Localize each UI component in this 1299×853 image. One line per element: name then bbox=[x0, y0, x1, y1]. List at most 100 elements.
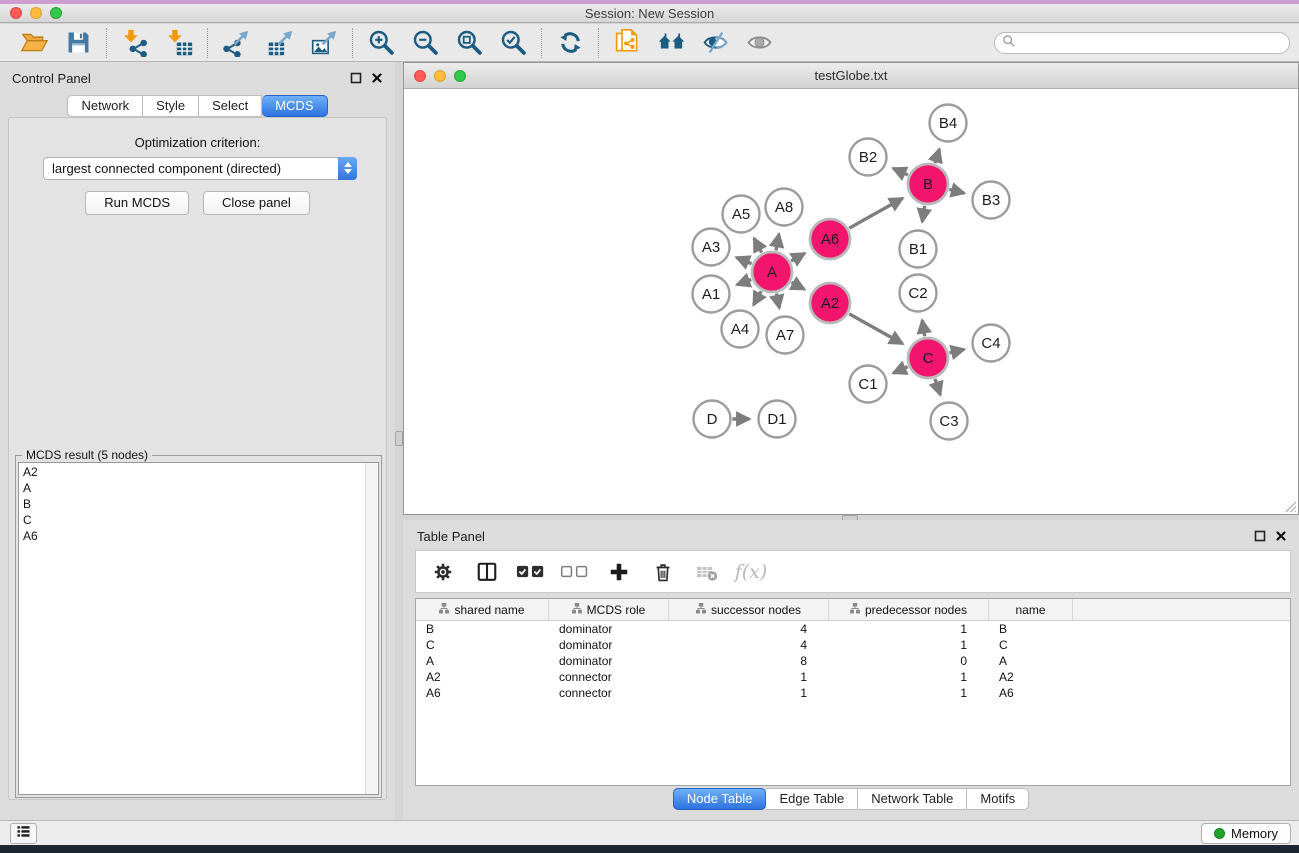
result-list-item[interactable]: C bbox=[19, 512, 365, 528]
close-panel-icon[interactable] bbox=[370, 71, 383, 84]
open-file-icon[interactable] bbox=[15, 27, 53, 59]
graph-node-C[interactable]: C bbox=[908, 338, 948, 378]
save-session-icon[interactable] bbox=[59, 27, 97, 59]
graph-edge-B-B1[interactable] bbox=[922, 206, 925, 222]
graph-edge-B-B2[interactable] bbox=[893, 168, 908, 175]
graph-edge-C-C1[interactable] bbox=[893, 367, 908, 373]
zoom-in-icon[interactable] bbox=[362, 27, 400, 59]
graph-node-B[interactable]: B bbox=[908, 164, 948, 204]
result-list-item[interactable]: A6 bbox=[19, 528, 365, 544]
graph-node-B1[interactable]: B1 bbox=[900, 231, 937, 268]
result-list-scrollbar[interactable] bbox=[365, 463, 378, 794]
graph-edge-B-B4[interactable] bbox=[935, 149, 940, 163]
network-window-titlebar[interactable]: testGlobe.txt bbox=[404, 63, 1298, 89]
task-history-button[interactable] bbox=[10, 823, 37, 844]
table-row[interactable]: Bdominator41B bbox=[416, 621, 1290, 637]
graph-node-A4[interactable]: A4 bbox=[722, 311, 759, 348]
tab-select[interactable]: Select bbox=[199, 95, 262, 117]
graph-edge-A6-B[interactable] bbox=[849, 198, 903, 228]
graph-node-A1[interactable]: A1 bbox=[693, 276, 730, 313]
graph-node-A7[interactable]: A7 bbox=[767, 317, 804, 354]
export-table-icon[interactable] bbox=[261, 27, 299, 59]
graph-edge-A-A6[interactable] bbox=[791, 253, 805, 261]
graph-node-A3[interactable]: A3 bbox=[693, 229, 730, 266]
table-tab-network-table[interactable]: Network Table bbox=[858, 788, 967, 810]
graph-edge-A-A2[interactable] bbox=[791, 282, 804, 289]
zoom-out-icon[interactable] bbox=[406, 27, 444, 59]
table-row[interactable]: Adominator80A bbox=[416, 653, 1290, 669]
table-row[interactable]: Cdominator41C bbox=[416, 637, 1290, 653]
result-list-item[interactable]: B bbox=[19, 496, 365, 512]
run-mcds-button[interactable]: Run MCDS bbox=[85, 191, 189, 215]
column-header-shared-name[interactable]: shared name bbox=[416, 599, 549, 620]
zoom-selected-icon[interactable] bbox=[494, 27, 532, 59]
graph-node-D1[interactable]: D1 bbox=[759, 401, 796, 438]
split-panel-icon[interactable] bbox=[472, 557, 502, 587]
show-graphics-details-icon[interactable] bbox=[740, 27, 778, 59]
refresh-layout-icon[interactable] bbox=[551, 27, 589, 59]
graph-node-A5[interactable]: A5 bbox=[723, 196, 760, 233]
show-all-columns-icon[interactable] bbox=[516, 557, 546, 587]
hide-all-columns-icon[interactable] bbox=[560, 557, 590, 587]
graph-node-C1[interactable]: C1 bbox=[850, 366, 887, 403]
graph-node-D[interactable]: D bbox=[694, 401, 731, 438]
graph-node-A[interactable]: A bbox=[752, 252, 792, 292]
export-network-icon[interactable] bbox=[217, 27, 255, 59]
graph-edge-C-C4[interactable] bbox=[949, 349, 964, 353]
delete-columns-icon[interactable] bbox=[648, 557, 678, 587]
zoom-fit-icon[interactable] bbox=[450, 27, 488, 59]
graph-node-A2[interactable]: A2 bbox=[810, 283, 850, 323]
graph-edge-C-C3[interactable] bbox=[935, 379, 940, 395]
import-table-icon[interactable] bbox=[160, 27, 198, 59]
hide-graphics-details-icon[interactable] bbox=[696, 27, 734, 59]
criterion-dropdown[interactable]: largest connected component (directed) bbox=[43, 157, 357, 180]
table-tab-edge-table[interactable]: Edge Table bbox=[766, 788, 858, 810]
column-header-successor-nodes[interactable]: successor nodes bbox=[669, 599, 829, 620]
graph-node-B3[interactable]: B3 bbox=[973, 182, 1010, 219]
resize-grip-icon[interactable] bbox=[1283, 499, 1297, 513]
graph-node-A6[interactable]: A6 bbox=[810, 219, 850, 259]
panel-divider-handle[interactable] bbox=[395, 431, 403, 446]
search-input[interactable] bbox=[1016, 34, 1289, 52]
column-header-predecessor-nodes[interactable]: predecessor nodes bbox=[829, 599, 989, 620]
graph-node-B4[interactable]: B4 bbox=[930, 105, 967, 142]
close-panel-button[interactable]: Close panel bbox=[203, 191, 310, 215]
network-canvas[interactable]: A A1 A3 A4 A5 A7 A8A6 A2 B B1 B2 B3 B4 C C1 C2 C3 C4 D D1 bbox=[404, 90, 1298, 514]
graph-edge-A2-C[interactable] bbox=[849, 314, 903, 344]
close-table-panel-icon[interactable] bbox=[1274, 529, 1287, 542]
float-table-panel-icon[interactable] bbox=[1253, 529, 1266, 542]
search-field[interactable] bbox=[994, 32, 1290, 54]
graph-node-C2[interactable]: C2 bbox=[900, 275, 937, 312]
create-column-icon[interactable] bbox=[604, 557, 634, 587]
graph-node-B2[interactable]: B2 bbox=[850, 139, 887, 176]
graph-edge-A-A8[interactable] bbox=[776, 234, 779, 250]
show-all-networks-icon[interactable] bbox=[652, 27, 690, 59]
import-network-icon[interactable] bbox=[116, 27, 154, 59]
graph-edge-C-C2[interactable] bbox=[922, 320, 925, 336]
graph-node-C4[interactable]: C4 bbox=[973, 325, 1010, 362]
table-tab-motifs[interactable]: Motifs bbox=[967, 788, 1029, 810]
graph-edge-A-A3[interactable] bbox=[736, 257, 751, 263]
graph-edge-B-B3[interactable] bbox=[949, 189, 964, 193]
table-row[interactable]: A2connector11A2 bbox=[416, 669, 1290, 685]
column-header-MCDS-role[interactable]: MCDS role bbox=[549, 599, 669, 620]
graph-edge-A-A5[interactable] bbox=[754, 238, 762, 252]
tab-mcds[interactable]: MCDS bbox=[262, 95, 327, 117]
graph-edge-A-A1[interactable] bbox=[737, 280, 751, 285]
graph-edge-A-A4[interactable] bbox=[754, 291, 762, 305]
float-panel-icon[interactable] bbox=[349, 71, 362, 84]
graph-node-A8[interactable]: A8 bbox=[766, 189, 803, 226]
graph-edge-A-A7[interactable] bbox=[776, 294, 779, 309]
memory-button[interactable]: Memory bbox=[1201, 823, 1291, 844]
new-session-from-network-icon[interactable] bbox=[608, 27, 646, 59]
table-settings-icon[interactable] bbox=[428, 557, 458, 587]
result-list-item[interactable]: A bbox=[19, 480, 365, 496]
table-row[interactable]: A6connector11A6 bbox=[416, 685, 1290, 701]
export-image-icon[interactable] bbox=[305, 27, 343, 59]
tab-network[interactable]: Network bbox=[67, 95, 143, 117]
tab-style[interactable]: Style bbox=[143, 95, 199, 117]
column-header-name[interactable]: name bbox=[989, 599, 1073, 620]
table-tab-node-table[interactable]: Node Table bbox=[673, 788, 767, 810]
result-list-item[interactable]: A2 bbox=[19, 464, 365, 480]
graph-node-C3[interactable]: C3 bbox=[931, 403, 968, 440]
